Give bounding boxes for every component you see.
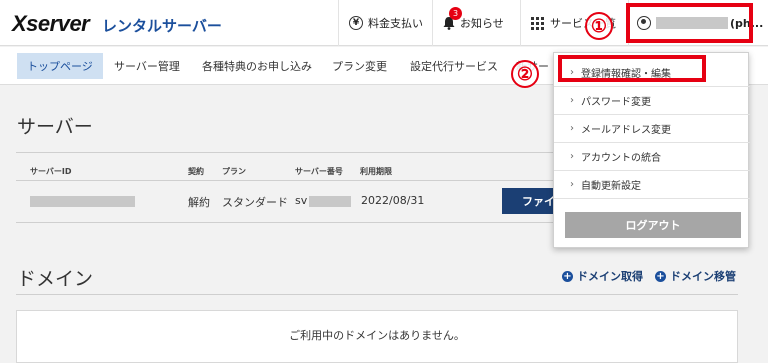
plan-value: スタンダード [222, 196, 288, 209]
logo-text: Xserver [12, 11, 90, 36]
domain-acquire-link[interactable]: + ドメイン取得 [562, 268, 643, 284]
annotation-step-1: ① [585, 12, 613, 40]
chevron-right-icon: › [570, 179, 574, 190]
annotation-box-account-info [558, 55, 706, 82]
chevron-right-icon: › [570, 123, 574, 134]
nav-top-page[interactable]: トップページ [17, 53, 103, 79]
nav-server-management[interactable]: サーバー管理 [104, 53, 190, 79]
logout-button[interactable]: ログアウト [565, 212, 741, 238]
plus-icon: + [562, 270, 573, 282]
notice-label: お知らせ [460, 17, 504, 30]
contract-value[interactable]: 解約 [188, 194, 210, 210]
annotation-box-user-menu [626, 3, 753, 43]
domain-divider [16, 294, 738, 295]
domain-transfer-label: ドメイン移管 [670, 270, 736, 283]
logo-subtitle[interactable]: レンタルサーバー [102, 15, 222, 36]
bell-icon: 3 [443, 7, 462, 30]
server-section-title: サーバー [17, 116, 93, 138]
col-plan: プラン [222, 167, 246, 176]
domain-acquire-label: ドメイン取得 [577, 270, 643, 283]
yen-icon: ¥ [349, 16, 363, 30]
plus-icon: + [655, 270, 666, 282]
menu-item-label: アカウントの統合 [581, 153, 661, 164]
nav-setup-service[interactable]: 設定代行サービス [400, 53, 508, 79]
menu-item-account-merge[interactable]: › アカウントの統合 [554, 143, 750, 171]
masked-server-number [309, 196, 351, 207]
notice-count-badge: 3 [449, 7, 462, 20]
nav-plan-change[interactable]: プラン変更 [322, 53, 397, 79]
domain-empty-message: ご利用中のドメインはありません。 [289, 329, 465, 342]
col-contract: 契約 [188, 167, 204, 176]
chevron-right-icon: › [570, 95, 574, 106]
domain-section-title: ドメイン [17, 268, 94, 290]
server-number-prefix: sv [295, 194, 308, 207]
xserver-logo[interactable]: Xserver [12, 11, 90, 37]
expiry-value: 2022/08/31 [361, 194, 425, 207]
menu-item-auto-renew[interactable]: › 自動更新設定 [554, 171, 750, 199]
col-server-id: サーバーID [30, 167, 72, 176]
col-server-number: サーバー番号 [295, 167, 343, 176]
notice-button[interactable]: 3 お知らせ [432, 0, 520, 46]
menu-item-label: メールアドレス変更 [581, 125, 671, 136]
domain-empty-panel: ご利用中のドメインはありません。 [16, 310, 738, 363]
domain-transfer-link[interactable]: + ドメイン移管 [655, 268, 736, 284]
grid-icon [531, 16, 544, 30]
billing-label: 料金支払い [368, 17, 423, 30]
menu-item-label: 自動更新設定 [581, 181, 641, 192]
chevron-right-icon: › [570, 151, 574, 162]
menu-item-email[interactable]: › メールアドレス変更 [554, 115, 750, 143]
col-expiry: 利用期限 [360, 167, 392, 176]
menu-item-password[interactable]: › パスワード変更 [554, 87, 750, 115]
masked-server-id [30, 196, 135, 207]
nav-special-offers[interactable]: 各種特典のお申し込み [192, 53, 322, 79]
menu-item-label: パスワード変更 [581, 97, 651, 108]
annotation-step-2: ② [511, 60, 539, 88]
billing-button[interactable]: ¥ 料金支払い [338, 0, 432, 46]
